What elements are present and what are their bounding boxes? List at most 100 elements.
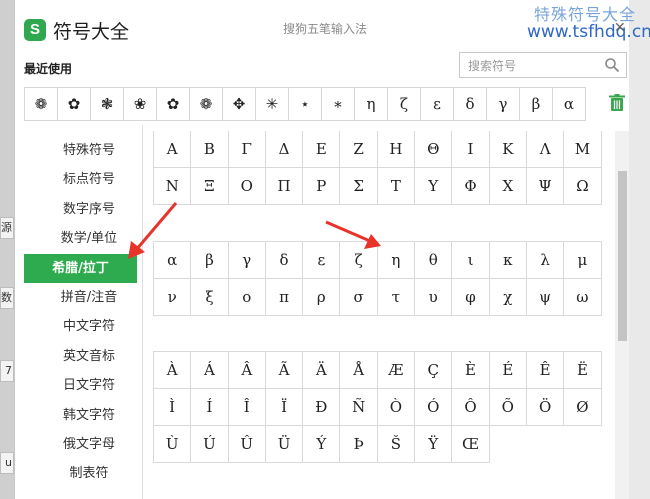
- sidebar-item[interactable]: 数字序号: [24, 195, 154, 224]
- symbol-cell[interactable]: Ø: [564, 389, 602, 426]
- symbol-cell[interactable]: ω: [564, 279, 602, 316]
- recent-symbol[interactable]: ✿: [156, 87, 190, 121]
- symbol-cell[interactable]: φ: [452, 279, 490, 316]
- search-input[interactable]: [466, 54, 600, 78]
- symbol-cell[interactable]: Ô: [452, 389, 490, 426]
- symbol-cell[interactable]: Ξ: [191, 168, 229, 205]
- recent-symbol[interactable]: ⋆: [288, 87, 322, 121]
- symbol-cell[interactable]: τ: [377, 279, 416, 316]
- symbol-cell[interactable]: È: [452, 352, 490, 389]
- sidebar-item[interactable]: 拼音/注音: [24, 283, 154, 312]
- symbol-cell[interactable]: Ü: [265, 426, 304, 463]
- symbol-cell[interactable]: Α: [154, 131, 192, 168]
- symbol-cell[interactable]: υ: [415, 279, 453, 316]
- symbol-cell[interactable]: ν: [154, 279, 192, 316]
- symbol-cell[interactable]: Ä: [303, 352, 341, 389]
- symbol-cell[interactable]: Η: [377, 131, 416, 168]
- recent-symbol[interactable]: ∗: [321, 87, 355, 121]
- symbol-cell[interactable]: Ζ: [340, 131, 378, 168]
- symbol-cell[interactable]: μ: [564, 242, 602, 279]
- symbol-cell[interactable]: Š: [377, 426, 416, 463]
- symbol-cell[interactable]: Γ: [228, 131, 266, 168]
- symbol-cell[interactable]: Χ: [489, 168, 527, 205]
- symbol-cell[interactable]: γ: [228, 242, 266, 279]
- symbol-cell[interactable]: Ò: [377, 389, 416, 426]
- recent-symbol[interactable]: α: [552, 87, 586, 121]
- symbol-cell[interactable]: Τ: [377, 168, 416, 205]
- recent-symbol[interactable]: ❁: [189, 87, 223, 121]
- symbol-cell[interactable]: Ï: [265, 389, 304, 426]
- symbol-cell[interactable]: Ý: [303, 426, 341, 463]
- symbol-cell[interactable]: Ñ: [340, 389, 378, 426]
- recent-symbol[interactable]: δ: [453, 87, 487, 121]
- symbol-cell[interactable]: Ú: [191, 426, 229, 463]
- symbol-cell[interactable]: ξ: [191, 279, 229, 316]
- symbol-cell[interactable]: Ç: [415, 352, 453, 389]
- symbol-cell[interactable]: Þ: [340, 426, 378, 463]
- symbol-cell[interactable]: Ψ: [526, 168, 565, 205]
- sidebar-item[interactable]: 日文字符: [24, 371, 154, 400]
- symbol-cell[interactable]: Ã: [265, 352, 304, 389]
- symbol-cell[interactable]: Í: [191, 389, 229, 426]
- symbol-cell[interactable]: Σ: [340, 168, 378, 205]
- symbol-cell[interactable]: η: [377, 242, 416, 279]
- symbol-cell[interactable]: Υ: [415, 168, 453, 205]
- symbol-cell[interactable]: Ù: [154, 426, 192, 463]
- sidebar-item[interactable]: 韩文字符: [24, 401, 154, 430]
- recent-symbol[interactable]: β: [519, 87, 553, 121]
- symbol-cell[interactable]: Λ: [526, 131, 565, 168]
- symbol-cell[interactable]: β: [191, 242, 229, 279]
- symbol-cell[interactable]: Δ: [265, 131, 304, 168]
- symbol-cell[interactable]: Π: [265, 168, 304, 205]
- symbol-scrollbar[interactable]: [615, 131, 629, 499]
- close-icon[interactable]: ✕: [614, 20, 626, 36]
- sidebar-item[interactable]: 数学/单位: [24, 224, 154, 253]
- sidebar-item[interactable]: 特殊符号: [24, 136, 154, 165]
- sidebar-item[interactable]: 俄文字母: [24, 430, 154, 459]
- search-icon[interactable]: [604, 57, 620, 73]
- symbol-cell[interactable]: ο: [228, 279, 266, 316]
- symbol-cell[interactable]: ζ: [340, 242, 378, 279]
- scrollbar-thumb[interactable]: [618, 171, 627, 341]
- symbol-cell[interactable]: ε: [303, 242, 341, 279]
- search-box[interactable]: [459, 52, 627, 78]
- symbol-cell[interactable]: Ν: [154, 168, 192, 205]
- symbol-cell[interactable]: Ë: [564, 352, 602, 389]
- symbol-cell[interactable]: Ο: [228, 168, 266, 205]
- recent-symbol[interactable]: η: [354, 87, 388, 121]
- sidebar-item[interactable]: 英文音标: [24, 342, 154, 371]
- symbol-cell[interactable]: Β: [191, 131, 229, 168]
- symbol-cell[interactable]: δ: [265, 242, 304, 279]
- sidebar-item[interactable]: 标点符号: [24, 165, 154, 194]
- recent-symbol[interactable]: ❀: [123, 87, 157, 121]
- symbol-cell[interactable]: Ì: [154, 389, 192, 426]
- symbol-cell[interactable]: Œ: [452, 426, 490, 463]
- recent-symbol[interactable]: ❃: [90, 87, 124, 121]
- symbol-cell[interactable]: Μ: [564, 131, 602, 168]
- symbol-cell[interactable]: ι: [452, 242, 490, 279]
- symbol-cell[interactable]: π: [265, 279, 304, 316]
- symbol-cell[interactable]: Ÿ: [415, 426, 453, 463]
- symbol-cell[interactable]: Ι: [452, 131, 490, 168]
- symbol-cell[interactable]: Ê: [526, 352, 565, 389]
- symbol-cell[interactable]: É: [489, 352, 527, 389]
- symbol-cell[interactable]: Ω: [564, 168, 602, 205]
- recent-symbol[interactable]: ε: [420, 87, 454, 121]
- symbol-cell[interactable]: Ε: [303, 131, 341, 168]
- symbol-cell[interactable]: θ: [415, 242, 453, 279]
- symbol-cell[interactable]: Õ: [489, 389, 527, 426]
- recent-symbol[interactable]: ζ: [387, 87, 421, 121]
- symbol-cell[interactable]: κ: [489, 242, 527, 279]
- sidebar-item[interactable]: 希腊/拉丁: [24, 253, 137, 283]
- recent-symbol[interactable]: ❁: [24, 87, 58, 121]
- symbol-cell[interactable]: Á: [191, 352, 229, 389]
- symbol-cell[interactable]: Θ: [415, 131, 453, 168]
- sidebar-item[interactable]: 制表符: [24, 459, 154, 488]
- recent-symbol[interactable]: γ: [486, 87, 520, 121]
- symbol-cell[interactable]: ρ: [303, 279, 341, 316]
- trash-icon[interactable]: [609, 94, 625, 112]
- symbol-cell[interactable]: λ: [526, 242, 565, 279]
- symbol-cell[interactable]: Â: [228, 352, 266, 389]
- symbol-cell[interactable]: σ: [340, 279, 378, 316]
- sidebar-item[interactable]: 中文字符: [24, 312, 154, 341]
